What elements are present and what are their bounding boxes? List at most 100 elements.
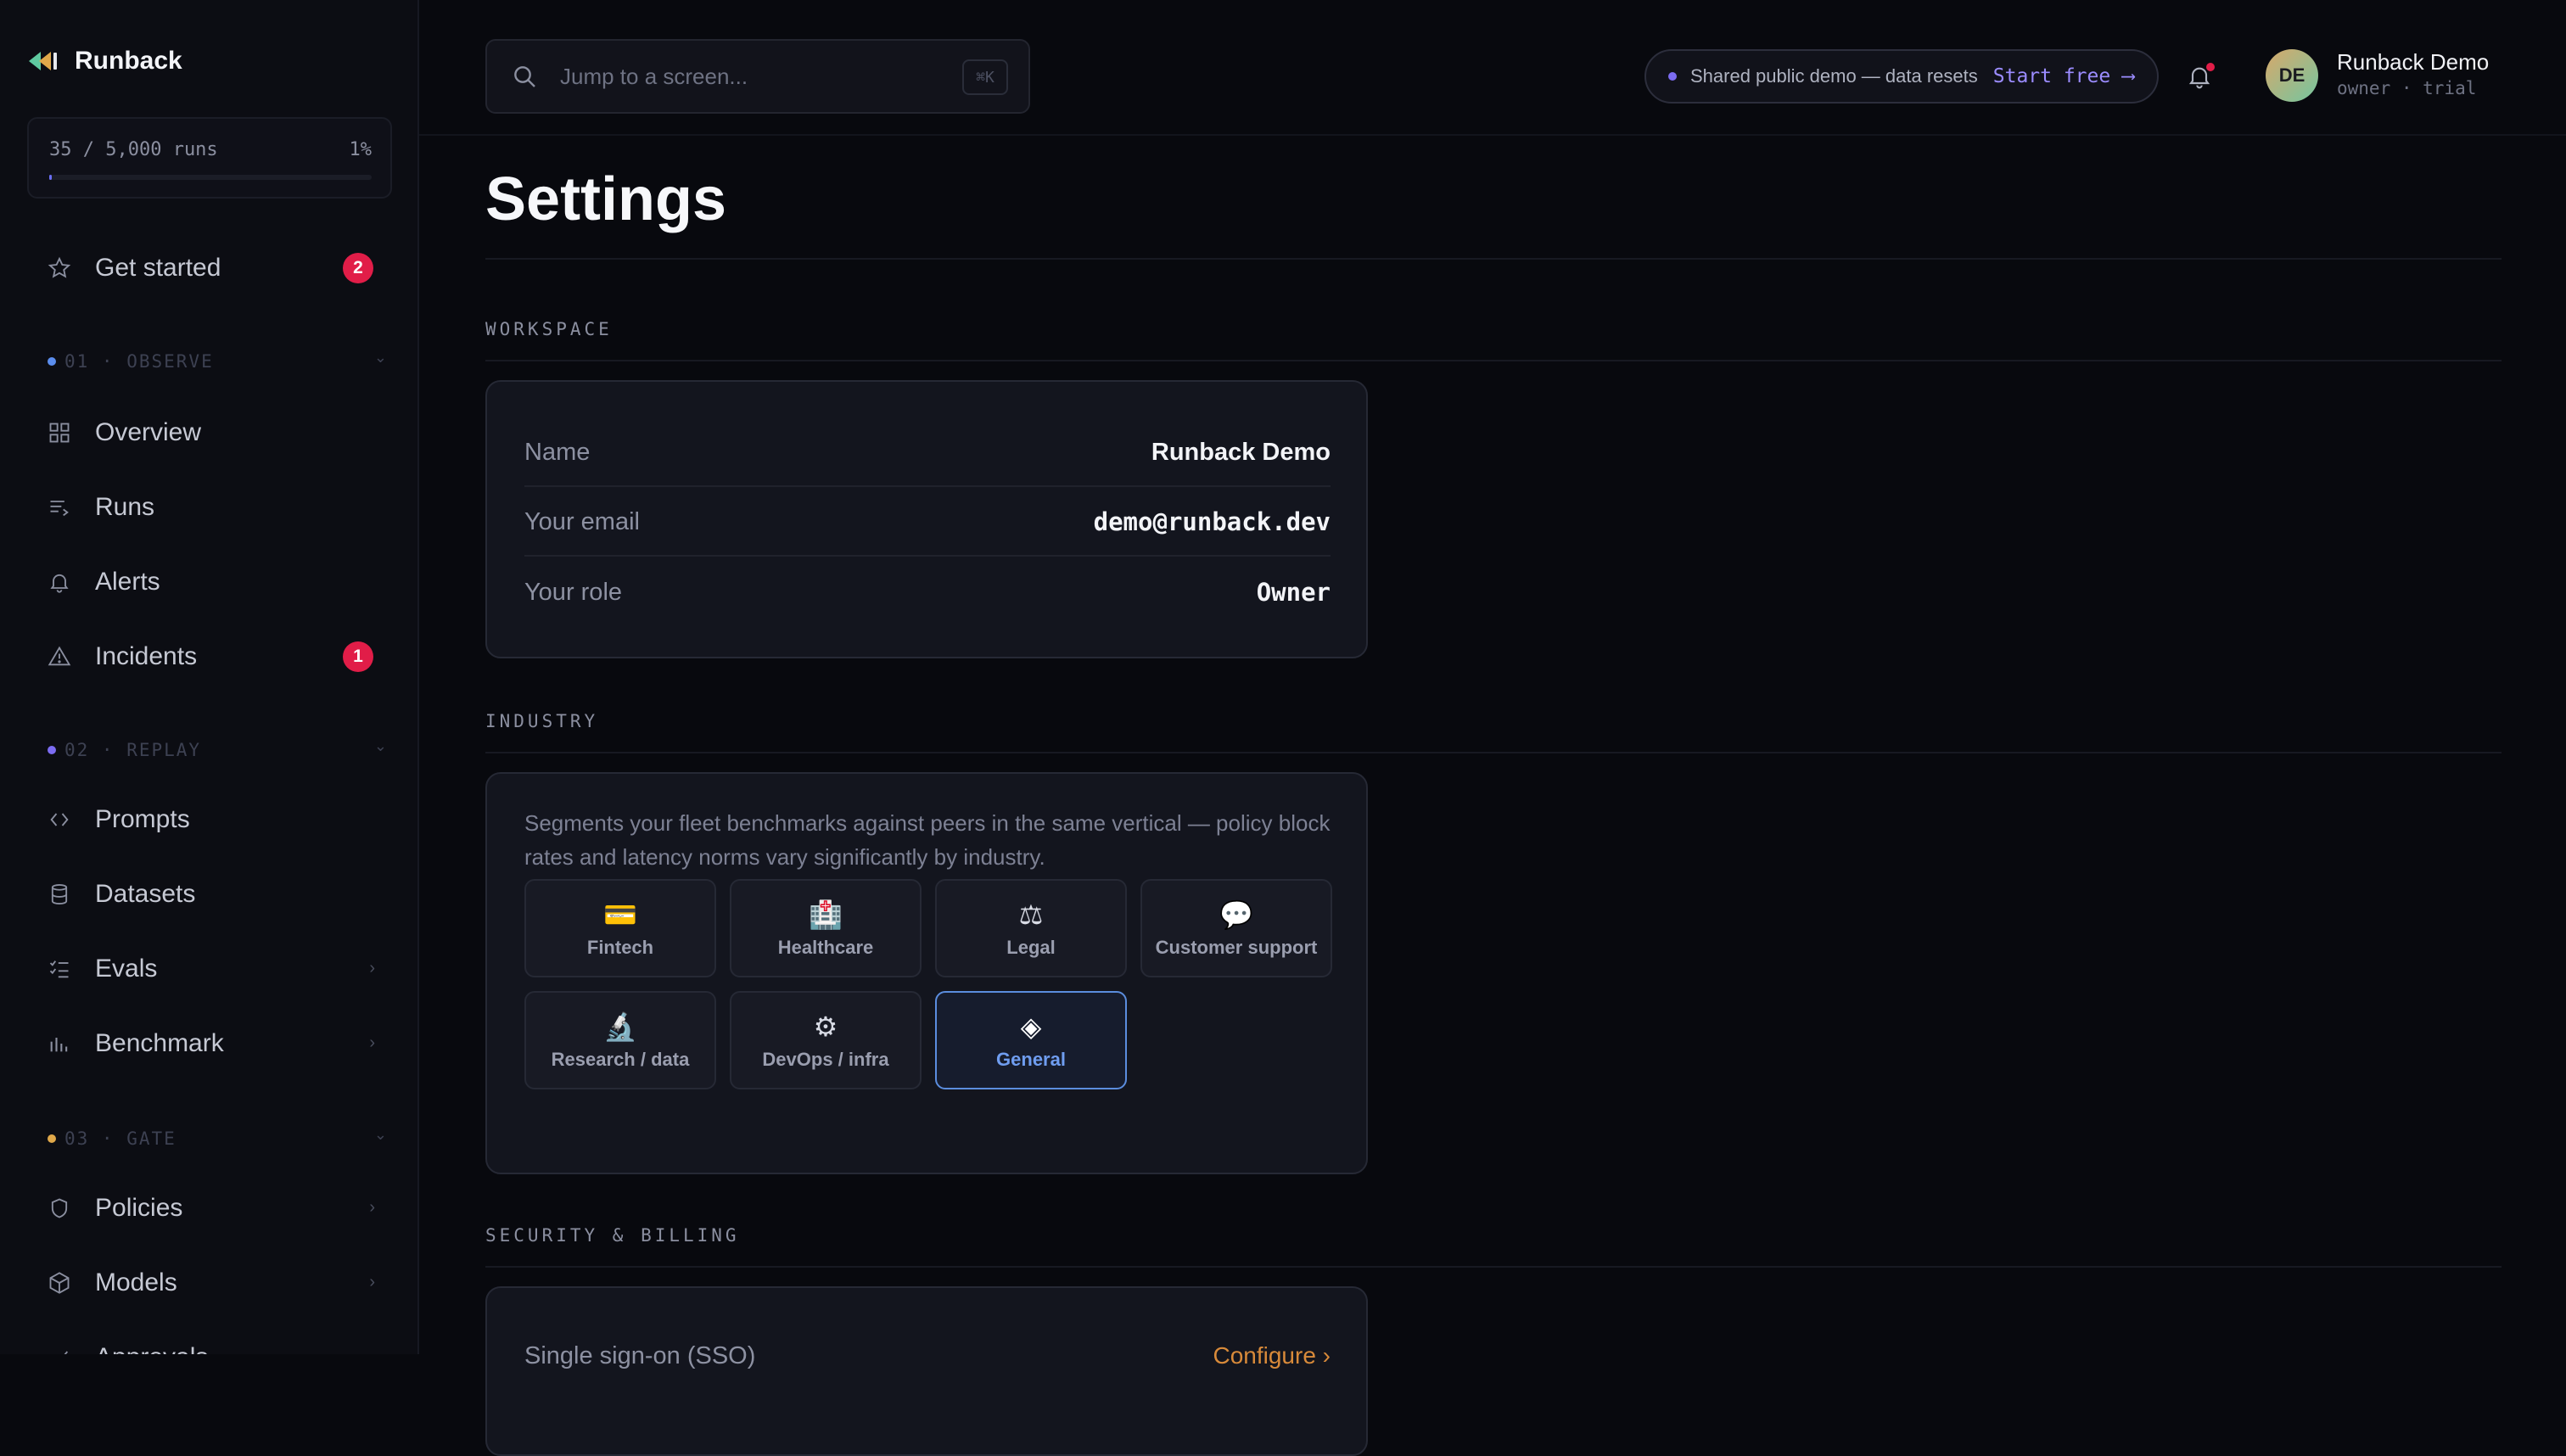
notifications-button[interactable] — [2182, 59, 2216, 93]
section-heading-workspace: WORKSPACE — [485, 319, 613, 339]
chevron-down-icon: ⌄ — [374, 349, 387, 367]
search-icon — [511, 63, 538, 90]
section-replay[interactable]: 02 · REPLAY ⌄ — [48, 737, 387, 763]
industry-glyph-icon: 💬 — [1219, 898, 1253, 932]
search-placeholder: Jump to a screen... — [560, 64, 748, 90]
usage-fill — [49, 175, 52, 180]
sidebar-item-label: Models — [95, 1268, 177, 1297]
chevron-down-icon: ⌄ — [374, 737, 387, 755]
bell-icon — [42, 565, 76, 599]
row-key: Name — [524, 439, 590, 467]
industry-glyph-icon: 🔬 — [603, 1010, 637, 1044]
sidebar-item-incidents[interactable]: Incidents 1 — [27, 630, 392, 684]
code-brackets-icon — [42, 803, 76, 837]
usage-label: 35 / 5,000 runs — [49, 139, 218, 160]
sidebar-item-policies[interactable]: Policies › — [27, 1181, 392, 1235]
divider — [485, 752, 2502, 753]
user-role: owner · trial — [2337, 78, 2476, 98]
sidebar-item-get-started[interactable]: Get started 2 — [27, 241, 392, 295]
database-icon — [42, 877, 76, 911]
industry-option-label: Research / data — [552, 1049, 690, 1071]
section-observe[interactable]: 01 · OBSERVE ⌄ — [48, 349, 387, 374]
sidebar-item-overview[interactable]: Overview — [27, 406, 392, 460]
industry-option-healthcare[interactable]: 🏥Healthcare — [730, 879, 922, 977]
bell-icon — [2182, 82, 2216, 97]
chevron-down-icon: ⌄ — [374, 1126, 387, 1144]
industry-glyph-icon: 💳 — [603, 898, 637, 932]
industry-option-label: Fintech — [587, 937, 653, 959]
chevron-right-icon: › — [369, 1273, 375, 1292]
workspace-name-value: Runback Demo — [1151, 439, 1331, 467]
chevron-right-icon: › — [369, 1198, 375, 1218]
email-value: demo@runback.dev — [1094, 507, 1331, 536]
search-input[interactable]: Jump to a screen... ⌘K — [485, 39, 1030, 114]
sidebar-item-benchmark[interactable]: Benchmark › — [27, 1016, 392, 1071]
sidebar-item-models[interactable]: Models › — [27, 1256, 392, 1310]
chevron-right-icon: › — [369, 1033, 375, 1053]
divider — [485, 258, 2502, 260]
warning-icon — [42, 640, 76, 674]
sidebar-item-runs[interactable]: Runs — [27, 480, 392, 535]
section-label: 03 · GATE — [64, 1128, 176, 1149]
section-dot — [48, 357, 56, 366]
row-key: Single sign-on (SSO) — [524, 1342, 755, 1370]
page-title: Settings — [485, 165, 726, 234]
divider — [485, 360, 2502, 361]
usage-meter: 35 / 5,000 runs 1% — [27, 117, 392, 199]
demo-notice-text: Shared public demo — data resets — [1690, 65, 1978, 87]
start-free-link[interactable]: Start free ⟶ — [1993, 65, 2134, 87]
incidents-count-badge: 1 — [343, 641, 373, 672]
divider — [485, 1266, 2502, 1268]
demo-notice: Shared public demo — data resets Start f… — [1644, 49, 2159, 104]
settings-page: Settings WORKSPACE Name Runback Demo You… — [419, 136, 2566, 1354]
sidebar-item-label: Overview — [95, 418, 201, 447]
sidebar-item-alerts[interactable]: Alerts — [27, 555, 392, 609]
sidebar-item-prompts[interactable]: Prompts — [27, 792, 392, 847]
get-started-count-badge: 2 — [343, 253, 373, 283]
user-name[interactable]: Runback Demo — [2337, 49, 2489, 76]
section-dot — [48, 1134, 56, 1143]
section-gate[interactable]: 03 · GATE ⌄ — [48, 1126, 387, 1151]
industry-glyph-icon: ◈ — [1021, 1010, 1042, 1044]
shield-icon — [42, 1191, 76, 1225]
topbar: Jump to a screen... ⌘K Shared public dem… — [419, 0, 2566, 136]
grid-icon — [42, 416, 76, 450]
sidebar-item-evals[interactable]: Evals › — [27, 942, 392, 996]
brand[interactable]: Runback — [27, 42, 182, 80]
sidebar-item-approvals[interactable]: Approvals — [27, 1330, 392, 1354]
notification-dot — [2206, 63, 2215, 71]
checklist-icon — [42, 952, 76, 986]
chevron-right-icon: › — [369, 959, 375, 978]
workspace-row-role: Your role Owner — [524, 558, 1331, 626]
sso-row: Single sign-on (SSO) Configure › — [524, 1322, 1331, 1390]
sidebar-item-datasets[interactable]: Datasets — [27, 867, 392, 921]
sidebar-item-label: Evals — [95, 955, 157, 983]
industry-option-general[interactable]: ◈General — [935, 991, 1127, 1089]
industry-glyph-icon: ⚙ — [814, 1010, 838, 1044]
avatar[interactable]: DE — [2266, 49, 2318, 102]
industry-option-legal[interactable]: ⚖Legal — [935, 879, 1127, 977]
section-heading-security-billing: SECURITY & BILLING — [485, 1225, 740, 1246]
industry-option-research-data[interactable]: 🔬 Research / data — [524, 991, 716, 1089]
sidebar-item-label: Alerts — [95, 568, 160, 596]
check-icon — [42, 1341, 76, 1354]
cube-icon — [42, 1266, 76, 1300]
industry-option-customer-support[interactable]: 💬Customer support — [1140, 879, 1332, 977]
row-key: Your role — [524, 579, 622, 607]
industry-option-fintech[interactable]: 💳 Fintech — [524, 879, 716, 977]
workspace-card: Name Runback Demo Your email demo@runbac… — [485, 380, 1368, 658]
star-icon — [42, 251, 76, 285]
industry-option-devops-infra[interactable]: ⚙ DevOps / infra — [730, 991, 922, 1089]
section-dot — [48, 746, 56, 754]
usage-track — [49, 175, 372, 180]
workspace-row-email: Your email demo@runback.dev — [524, 489, 1331, 557]
configure-sso-link[interactable]: Configure › — [1213, 1342, 1331, 1369]
sidebar-item-label: Get started — [95, 254, 221, 283]
industry-option-label: DevOps / infra — [762, 1049, 888, 1071]
workspace-row-name: Name Runback Demo — [524, 419, 1331, 487]
list-arrow-icon — [42, 490, 76, 524]
section-heading-industry: INDUSTRY — [485, 711, 598, 731]
row-key: Your email — [524, 508, 640, 536]
sidebar-item-label: Prompts — [95, 805, 190, 834]
status-dot — [1668, 72, 1677, 81]
